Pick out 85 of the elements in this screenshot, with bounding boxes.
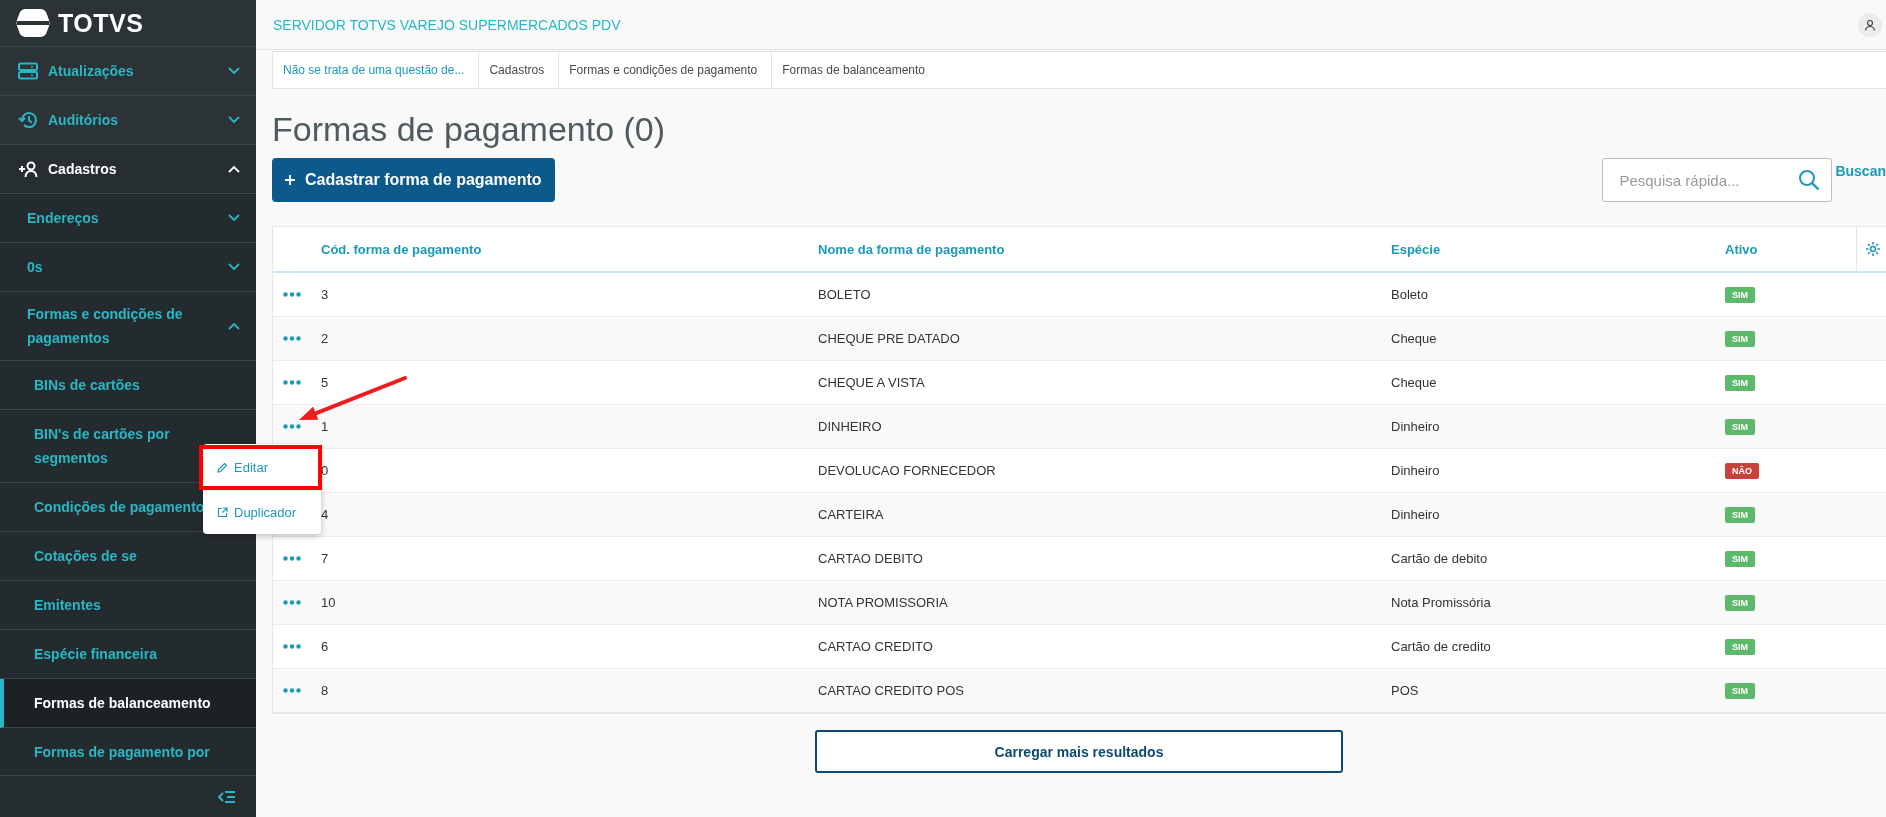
table-cell: CARTAO CREDITO POS [818, 683, 964, 698]
load-more-button[interactable]: Carregar mais resultados [815, 730, 1343, 773]
table-cell: Dinheiro [1391, 463, 1440, 478]
table-cell: Nota Promissória [1391, 595, 1491, 610]
sidebar-item[interactable]: Cotações de se [0, 532, 256, 581]
table-cell: 3 [321, 287, 329, 302]
user-avatar-icon[interactable] [1858, 12, 1882, 37]
table-cell: NOTA PROMISSORIA [818, 595, 948, 610]
more-options-icon[interactable] [283, 644, 301, 649]
table-cell: Boleto [1391, 287, 1428, 302]
brand-name: TOTVS [58, 8, 144, 38]
column-header[interactable]: Ativo [1725, 227, 1856, 271]
sidebar-item[interactable]: BINs de cartões [0, 361, 256, 410]
sidebar-item[interactable]: Formas de balanceamento [0, 679, 256, 728]
table-cell: Dinheiro [1391, 507, 1440, 522]
new-payment-button[interactable]: Cadastrar forma de pagamento [272, 158, 555, 202]
column-header[interactable]: Cód. forma de pagamento [321, 227, 818, 271]
status-badge: SIM [1725, 550, 1755, 567]
table-cell: POS [1391, 683, 1419, 698]
table-cell: 7 [321, 551, 329, 566]
more-options-icon[interactable] [283, 688, 301, 693]
page-title: Formas de pagamento (0) [272, 109, 667, 149]
history-icon [18, 111, 38, 129]
table-cell: Dinheiro [1391, 419, 1440, 434]
table-cell: Cartão de debito [1391, 551, 1488, 566]
add-user-icon [18, 160, 38, 178]
more-options-icon[interactable] [283, 336, 301, 341]
server-icon [18, 62, 38, 80]
breadcrumb-item[interactable]: Formas e condições de pagamento [559, 52, 773, 88]
more-options-icon[interactable] [283, 600, 301, 605]
plus-icon [285, 175, 295, 185]
sidebar-item[interactable]: 0s [0, 243, 256, 292]
sidebar-item[interactable]: Espécie financeira [0, 630, 256, 679]
status-badge: SIM [1725, 682, 1755, 699]
status-badge: SIM [1725, 594, 1755, 611]
more-options-icon[interactable] [283, 424, 301, 429]
logo-icon [16, 8, 50, 38]
table-cell: Cheque [1391, 375, 1437, 390]
table-cell: 8 [321, 683, 329, 698]
column-header[interactable]: Nome da forma de pagamento [818, 227, 1391, 271]
status-badge: SIM [1725, 330, 1755, 347]
status-badge: SIM [1725, 506, 1755, 523]
table-cell: BOLETO [818, 287, 871, 302]
column-header[interactable]: Espécie [1391, 227, 1725, 271]
pencil-icon [217, 462, 228, 473]
breadcrumb-item[interactable]: Cadastros [479, 52, 560, 88]
table-cell: 2 [321, 331, 329, 346]
external-link-icon [217, 507, 228, 518]
table-cell: 1 [321, 419, 329, 434]
search-field[interactable]: Pesquisa rápida... [1602, 158, 1833, 202]
sidebar-item[interactable]: Formas de pagamento por [0, 728, 256, 775]
collapse-menu-icon[interactable] [218, 789, 236, 804]
menu-item[interactable]: Editar [199, 445, 322, 490]
table-cell: Cheque [1391, 331, 1437, 346]
table-cell: 5 [321, 375, 329, 390]
server-title: SERVIDOR TOTVS VAREJO SUPERMERCADOS PDV [273, 16, 621, 33]
advanced-search-link[interactable]: Buscan [1835, 163, 1886, 179]
table-cell: CHEQUE A VISTA [818, 375, 925, 390]
status-badge: NÃO [1725, 462, 1759, 479]
sidebar-item[interactable]: Endereços [0, 194, 256, 243]
table-cell: 4 [321, 507, 329, 522]
table-cell: 10 [321, 595, 336, 610]
table-cell: CARTAO DEBITO [818, 551, 923, 566]
table-cell: 0 [321, 463, 329, 478]
table-cell: CARTAO CREDITO [818, 639, 933, 654]
status-badge: SIM [1725, 374, 1755, 391]
table-cell: CHEQUE PRE DATADO [818, 331, 960, 346]
sidebar-item[interactable]: Cadastros [0, 145, 256, 194]
table-cell: Cartão de credito [1391, 639, 1491, 654]
more-options-icon[interactable] [283, 380, 301, 385]
status-badge: SIM [1725, 638, 1755, 655]
table-cell: DEVOLUCAO FORNECEDOR [818, 463, 996, 478]
more-options-icon[interactable] [283, 292, 301, 297]
breadcrumb-item[interactable]: Formas de balanceamento [772, 52, 939, 88]
table-cell: CARTEIRA [818, 507, 884, 522]
status-badge: SIM [1725, 286, 1755, 303]
breadcrumb-item[interactable]: Não se trata de uma questão de... [273, 52, 480, 88]
settings-icon[interactable] [1865, 241, 1881, 257]
sidebar-item[interactable]: Atualizações [0, 47, 256, 96]
sidebar-item[interactable]: Formas e condições de pagamentos [0, 292, 256, 361]
table-cell: DINHEIRO [818, 419, 882, 434]
sidebar-item[interactable]: Emitentes [0, 581, 256, 630]
more-options-icon[interactable] [283, 556, 301, 561]
status-badge: SIM [1725, 418, 1755, 435]
table-cell: 6 [321, 639, 329, 654]
